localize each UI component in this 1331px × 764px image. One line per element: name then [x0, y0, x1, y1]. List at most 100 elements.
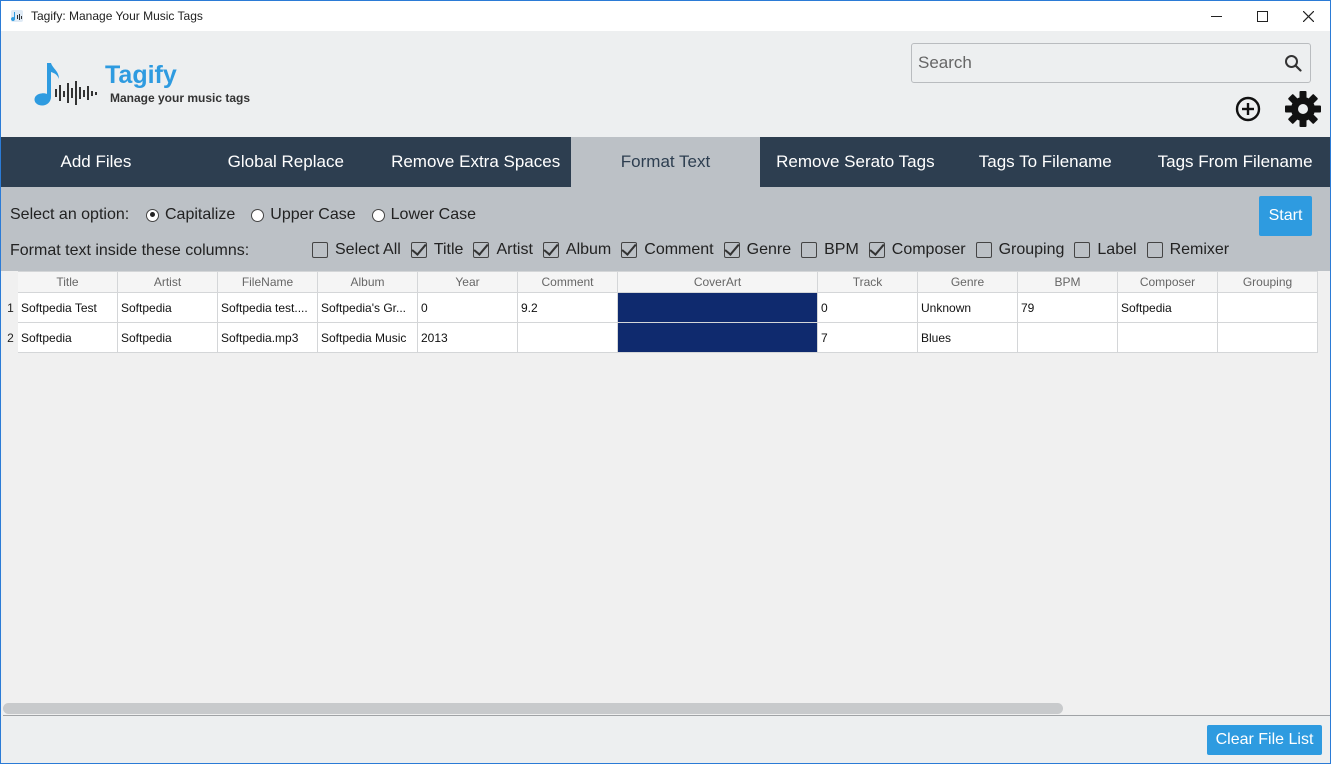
radio-capitalize[interactable]: Capitalize	[146, 206, 235, 224]
checkbox-box[interactable]	[542, 242, 559, 258]
column-header-comment[interactable]: Comment	[518, 271, 618, 293]
table-cell[interactable]: 9.2	[518, 293, 618, 323]
table-cell[interactable]: Unknown	[918, 293, 1018, 323]
checkbox-label[interactable]: Label	[1074, 241, 1137, 259]
checkbox-box[interactable]	[801, 242, 818, 258]
checkbox-remixer[interactable]: Remixer	[1146, 241, 1230, 259]
search-box	[911, 43, 1311, 83]
clear-file-list-button[interactable]: Clear File List	[1207, 725, 1322, 755]
checkbox-album[interactable]: Album	[542, 241, 611, 259]
music-note-icon	[34, 63, 97, 106]
table-cell[interactable]: Softpedia	[18, 323, 118, 353]
checkbox-box[interactable]	[1074, 242, 1091, 258]
radio-label: Lower Case	[390, 206, 477, 223]
checkbox-select-all[interactable]: Select All	[312, 241, 401, 259]
table-cell[interactable]: 0	[818, 293, 918, 323]
table-cell[interactable]: 2013	[418, 323, 518, 353]
checkbox-label: BPM	[824, 241, 859, 258]
search-input[interactable]	[918, 52, 1278, 74]
radio-lower-case[interactable]: Lower Case	[371, 206, 477, 224]
cover-art-cell[interactable]	[618, 293, 818, 323]
column-header-grouping[interactable]: Grouping	[1218, 271, 1318, 293]
table-divider	[3, 715, 1330, 716]
checkbox-box[interactable]	[723, 242, 740, 258]
gear-icon[interactable]	[1284, 90, 1322, 128]
column-header-genre[interactable]: Genre	[918, 271, 1018, 293]
checkbox-artist[interactable]: Artist	[473, 241, 533, 259]
table-cell[interactable]	[518, 323, 618, 353]
minimize-button[interactable]	[1193, 1, 1239, 31]
checkbox-label: Remixer	[1169, 241, 1230, 258]
table-row[interactable]: 1 Softpedia Test Softpedia Softpedia tes…	[3, 293, 1318, 323]
radio-upper-case[interactable]: Upper Case	[251, 206, 356, 224]
checkbox-title[interactable]: Title	[410, 241, 463, 259]
start-button[interactable]: Start	[1259, 196, 1312, 236]
cover-art-cell[interactable]	[618, 323, 818, 353]
table-row[interactable]: 2 Softpedia Softpedia Softpedia.mp3 Soft…	[3, 323, 1318, 353]
minimize-icon	[1210, 15, 1222, 17]
tab-global-replace[interactable]: Global Replace	[191, 137, 381, 187]
row-index: 1	[7, 301, 14, 315]
checkbox-box[interactable]	[868, 242, 885, 258]
radio-dot[interactable]	[251, 208, 265, 222]
format-options-panel: Select an option: Capitalize Upper Case …	[1, 187, 1330, 271]
tab-add-files[interactable]: Add Files	[1, 137, 191, 187]
column-header-coverart[interactable]: CoverArt	[618, 271, 818, 293]
column-header-track[interactable]: Track	[818, 271, 918, 293]
header-index	[3, 271, 18, 293]
checkbox-grouping[interactable]: Grouping	[975, 241, 1064, 259]
tab-remove-extra-spaces[interactable]: Remove Extra Spaces	[381, 137, 571, 187]
radio-dot[interactable]	[146, 208, 159, 222]
checkbox-bpm[interactable]: BPM	[801, 241, 859, 259]
checkbox-genre[interactable]: Genre	[723, 241, 791, 259]
column-header-title[interactable]: Title	[18, 271, 118, 293]
horizontal-scrollbar[interactable]	[3, 703, 1063, 714]
table-cell[interactable]: Softpedia	[118, 323, 218, 353]
column-checkboxes: Select All Title Artist Album Comment Ge…	[312, 241, 1229, 259]
table-cell[interactable]: 0	[418, 293, 518, 323]
tab-tags-to-filename[interactable]: Tags To Filename	[950, 137, 1140, 187]
maximize-button[interactable]	[1239, 1, 1285, 31]
column-header-composer[interactable]: Composer	[1118, 271, 1218, 293]
checkbox-box[interactable]	[975, 242, 992, 258]
tab-format-text[interactable]: Format Text	[570, 137, 761, 187]
checkbox-box[interactable]	[473, 242, 490, 258]
checkbox-box[interactable]	[1146, 242, 1163, 258]
table-cell[interactable]: Softpedia	[118, 293, 218, 323]
checkbox-box[interactable]	[312, 242, 328, 258]
close-button[interactable]	[1285, 1, 1331, 31]
column-header-filename[interactable]: FileName	[218, 271, 318, 293]
tab-tags-from-filename[interactable]: Tags From Filename	[1140, 137, 1330, 187]
table-cell[interactable]	[1218, 323, 1318, 353]
table-cell[interactable]: Softpedia.mp3	[218, 323, 318, 353]
table-cell[interactable]: Softpedia Music	[318, 323, 418, 353]
column-header-year[interactable]: Year	[418, 271, 518, 293]
table-cell[interactable]: 7	[818, 323, 918, 353]
nav-tabs: Add Files Global Replace Remove Extra Sp…	[1, 137, 1330, 187]
radio-dot[interactable]	[371, 208, 385, 222]
table-cell[interactable]: 79	[1018, 293, 1118, 323]
table-cell[interactable]: Softpedia	[1118, 293, 1218, 323]
table-cell[interactable]	[1118, 323, 1218, 353]
checkbox-box[interactable]	[621, 242, 638, 258]
table-cell[interactable]	[1018, 323, 1118, 353]
table-cell[interactable]: Blues	[918, 323, 1018, 353]
radio-label: Capitalize	[165, 206, 236, 223]
columns-label: Format text inside these columns:	[10, 242, 250, 259]
table-cell[interactable]: Softpedia's Gr...	[318, 293, 418, 323]
column-header-artist[interactable]: Artist	[118, 271, 218, 293]
tab-remove-serato-tags[interactable]: Remove Serato Tags	[760, 137, 950, 187]
table-cell[interactable]: Softpedia Test	[18, 293, 118, 323]
checkbox-comment[interactable]: Comment	[621, 241, 714, 259]
column-header-album[interactable]: Album	[318, 271, 418, 293]
table-cell[interactable]	[1218, 293, 1318, 323]
search-icon[interactable]	[1284, 54, 1302, 72]
checkbox-label: Artist	[496, 241, 533, 258]
plus-circle-icon[interactable]	[1234, 95, 1262, 123]
checkbox-label: Composer	[891, 241, 966, 258]
column-header-bpm[interactable]: BPM	[1018, 271, 1118, 293]
table-cell[interactable]: Softpedia test....	[218, 293, 318, 323]
title-bar: Tagify: Manage Your Music Tags	[1, 1, 1330, 31]
checkbox-composer[interactable]: Composer	[868, 241, 966, 259]
checkbox-box[interactable]	[410, 242, 427, 258]
